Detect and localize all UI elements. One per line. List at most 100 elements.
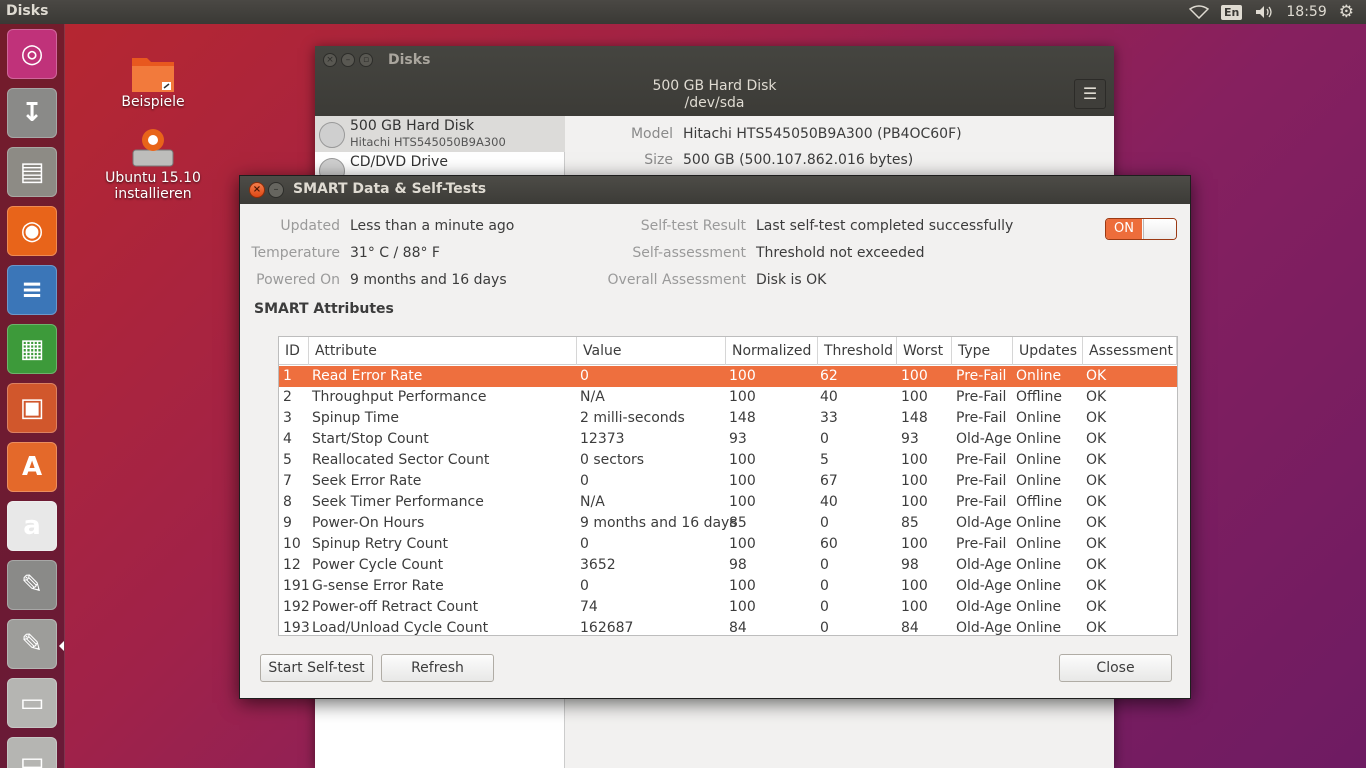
files-icon[interactable]: ▤ xyxy=(7,147,57,197)
column-header[interactable]: Attribute xyxy=(309,337,577,365)
disks-titlebar: × – ▫ Disks 500 GB Hard Disk /dev/sda ☰ xyxy=(315,46,1114,116)
cell-id: 12 xyxy=(283,557,301,573)
table-row[interactable]: 12 Power Cycle Count 3652 98 0 98 Old-Age Onlin… xyxy=(279,555,1177,576)
cell-threshold: 62 xyxy=(820,368,838,384)
cell-attribute: Power-off Retract Count xyxy=(312,599,479,615)
table-row[interactable]: 1 Read Error Rate 0 100 62 100 Pre-Fail Online O… xyxy=(279,366,1177,387)
cell-id: 2 xyxy=(283,389,292,405)
ubuntu-dash-icon[interactable]: ◎ xyxy=(7,29,57,79)
volume-icon[interactable] xyxy=(1254,5,1274,19)
table-row[interactable]: 193 Load/Unload Cycle Count 162687 84 0 84 Old… xyxy=(279,618,1177,636)
menu-button[interactable]: ☰ xyxy=(1074,79,1106,109)
libreoffice-writer-glyph: ≡ xyxy=(21,275,43,305)
libreoffice-impress-icon[interactable]: ▣ xyxy=(7,383,57,433)
column-header[interactable]: Type xyxy=(952,337,1013,365)
settings-gear-icon[interactable]: ⚙ xyxy=(1339,2,1354,22)
cell-id: 192 xyxy=(283,599,310,615)
smart-enable-toggle[interactable]: ON xyxy=(1105,218,1177,240)
column-header[interactable]: Value xyxy=(577,337,726,365)
launcher: ◎ ↧ ▤ ◉ ≡ ▦ ▣ Aa ✎ ✎ ▭ ▭ xyxy=(0,24,65,768)
cell-type: Old-Age xyxy=(956,578,1012,594)
column-header[interactable]: Worst xyxy=(897,337,952,365)
libreoffice-calc-icon[interactable]: ▦ xyxy=(7,324,57,374)
temperature-value: 31° C / 88° F xyxy=(350,245,440,261)
minimize-icon[interactable]: – xyxy=(341,53,355,67)
cell-value: N/A xyxy=(580,389,605,405)
column-header[interactable]: Updates xyxy=(1013,337,1083,365)
keyboard-layout-indicator[interactable]: En xyxy=(1221,4,1243,20)
table-row[interactable]: 5 Reallocated Sector Count 0 sectors 100 5 10… xyxy=(279,450,1177,471)
cell-normalized: 85 xyxy=(729,515,747,531)
cell-updates: Online xyxy=(1016,578,1062,594)
table-row[interactable]: 4 Start/Stop Count 12373 93 0 93 Old-Age Online… xyxy=(279,429,1177,450)
cell-type: Old-Age xyxy=(956,431,1012,447)
system-settings-glyph: ✎ xyxy=(21,570,43,600)
hard-disk-icon xyxy=(319,122,345,148)
overall-assessment-label: Overall Assessment xyxy=(607,272,746,288)
drive-icon[interactable]: ▭ xyxy=(7,678,57,728)
cell-id: 10 xyxy=(283,536,301,552)
cell-threshold: 0 xyxy=(820,515,829,531)
cell-attribute: G-sense Error Rate xyxy=(312,578,444,594)
cell-attribute: Seek Timer Performance xyxy=(312,494,484,510)
desktop-icon-ubuntu-installer[interactable]: Ubuntu 15.10 installieren xyxy=(103,126,203,202)
libreoffice-writer-icon[interactable]: ≡ xyxy=(7,265,57,315)
cell-id: 7 xyxy=(283,473,292,489)
device-item-hard-disk[interactable]: 500 GB Hard Disk Hitachi HTS545050B9A300 xyxy=(315,116,565,152)
cell-type: Old-Age xyxy=(956,599,1012,615)
column-header[interactable]: Assessment xyxy=(1083,337,1177,365)
software-center-icon[interactable]: A xyxy=(7,442,57,492)
cell-worst: 148 xyxy=(901,410,928,426)
table-row[interactable]: 2 Throughput Performance N/A 100 40 100 Pre-Fa… xyxy=(279,387,1177,408)
cell-assessment: OK xyxy=(1086,557,1107,573)
files-glyph: ▤ xyxy=(19,157,45,187)
cell-assessment: OK xyxy=(1086,620,1107,636)
table-row[interactable]: 8 Seek Timer Performance N/A 100 40 100 Pre-Fa… xyxy=(279,492,1177,513)
wifi-icon[interactable] xyxy=(1189,5,1210,19)
system-settings-icon[interactable]: ✎ xyxy=(7,560,57,610)
table-row[interactable]: 192 Power-off Retract Count 74 100 0 100 Old-A… xyxy=(279,597,1177,618)
cell-value: 0 xyxy=(580,578,589,594)
drive-icon-2[interactable]: ▭ xyxy=(7,737,57,768)
disk-title: 500 GB Hard Disk xyxy=(652,78,777,94)
close-icon[interactable]: × xyxy=(323,53,337,67)
amazon-icon[interactable]: a xyxy=(7,501,57,551)
cell-attribute: Throughput Performance xyxy=(312,389,487,405)
minimize-icon[interactable]: – xyxy=(268,182,284,198)
column-header[interactable]: ID xyxy=(279,337,309,365)
cell-assessment: OK xyxy=(1086,536,1107,552)
ubuntu-installer-icon[interactable]: ↧ xyxy=(7,88,57,138)
temperature-label: Temperature xyxy=(251,245,340,261)
firefox-icon[interactable]: ◉ xyxy=(7,206,57,256)
close-icon[interactable]: × xyxy=(249,182,265,198)
cell-updates: Online xyxy=(1016,473,1062,489)
cell-normalized: 100 xyxy=(729,599,756,615)
disks-app-icon[interactable]: ✎ xyxy=(7,619,57,669)
cell-updates: Online xyxy=(1016,620,1062,636)
clock[interactable]: 18:59 xyxy=(1286,4,1326,20)
close-button[interactable]: Close xyxy=(1059,654,1172,682)
table-row[interactable]: 191 G-sense Error Rate 0 100 0 100 Old-Age Onli… xyxy=(279,576,1177,597)
cell-value: 3652 xyxy=(580,557,616,573)
table-row[interactable]: 7 Seek Error Rate 0 100 67 100 Pre-Fail Online O… xyxy=(279,471,1177,492)
cell-attribute: Seek Error Rate xyxy=(312,473,422,489)
self-test-result-label: Self-test Result xyxy=(640,218,746,234)
table-row[interactable]: 10 Spinup Retry Count 0 100 60 100 Pre-Fail Onl… xyxy=(279,534,1177,555)
table-row[interactable]: 9 Power-On Hours 9 months and 16 days 85 0 85… xyxy=(279,513,1177,534)
smart-dialog: × – SMART Data & Self-Tests Updated Less… xyxy=(239,175,1191,699)
cell-threshold: 0 xyxy=(820,620,829,636)
start-self-test-button[interactable]: Start Self-test xyxy=(260,654,373,682)
cell-worst: 100 xyxy=(901,599,928,615)
cell-threshold: 0 xyxy=(820,431,829,447)
cell-normalized: 100 xyxy=(729,389,756,405)
refresh-button[interactable]: Refresh xyxy=(381,654,494,682)
cell-assessment: OK xyxy=(1086,515,1107,531)
cell-normalized: 100 xyxy=(729,578,756,594)
column-header[interactable]: Normalized xyxy=(726,337,818,365)
table-row[interactable]: 3 Spinup Time 2 milli-seconds 148 33 148 Pre-F… xyxy=(279,408,1177,429)
column-header[interactable]: Threshold xyxy=(818,337,897,365)
window-title: Disks xyxy=(388,52,431,68)
updated-value: Less than a minute ago xyxy=(350,218,515,234)
maximize-icon[interactable]: ▫ xyxy=(359,53,373,67)
desktop-icon-beispiele[interactable]: Beispiele xyxy=(108,52,198,110)
